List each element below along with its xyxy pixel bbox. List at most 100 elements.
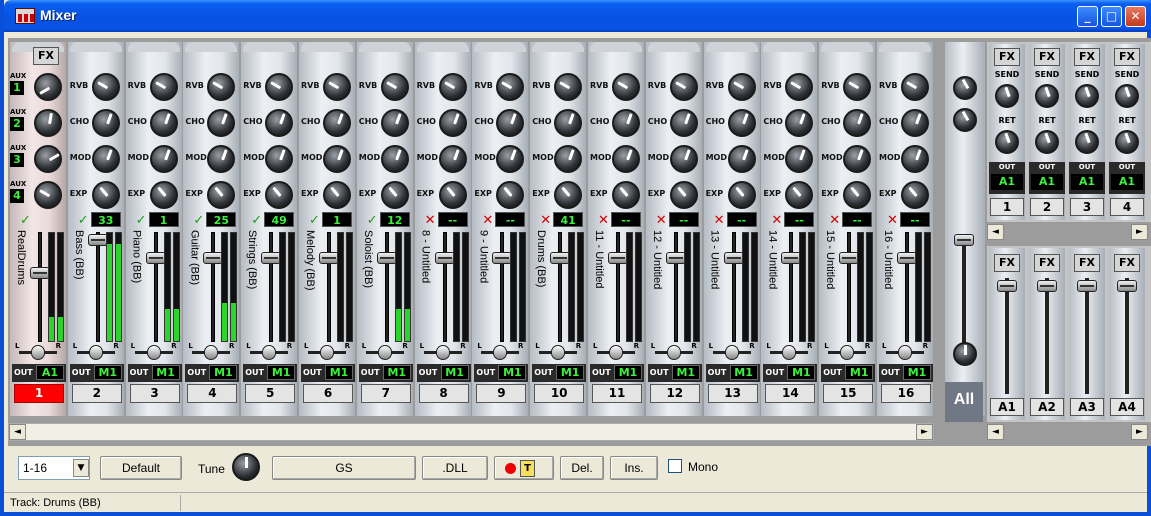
cho-knob[interactable]	[843, 109, 872, 137]
fx-number-button[interactable]: 4	[1110, 198, 1144, 216]
exp-knob[interactable]	[91, 181, 120, 209]
program-number[interactable]: 12	[379, 212, 410, 227]
output-port[interactable]: M1	[93, 365, 122, 380]
mod-knob[interactable]	[34, 145, 62, 173]
fx-button[interactable]: FX	[994, 48, 1020, 66]
exp-knob[interactable]	[901, 181, 929, 209]
delete-button[interactable]: Del.	[560, 456, 604, 480]
pan-slider[interactable]: LR	[651, 342, 697, 362]
exp-knob[interactable]	[727, 181, 756, 209]
program-number[interactable]: --	[842, 212, 873, 227]
fx-unit[interactable]: FX SEND RET OUT A1 4	[1109, 44, 1145, 220]
cho-knob[interactable]	[901, 109, 929, 137]
tune-knob[interactable]	[232, 453, 260, 481]
rvb-knob[interactable]	[91, 73, 120, 101]
pan-handle[interactable]	[262, 345, 277, 360]
program-number[interactable]: 1	[148, 212, 179, 227]
pan-handle[interactable]	[435, 345, 450, 360]
exp-knob[interactable]	[669, 181, 698, 209]
pan-handle[interactable]	[782, 345, 797, 360]
channel-number-button[interactable]: 13	[707, 384, 758, 403]
ret-knob[interactable]	[1075, 130, 1099, 154]
mod-knob[interactable]	[612, 145, 640, 173]
rvb-knob[interactable]	[612, 73, 640, 101]
fx-unit[interactable]: FX SEND RET OUT A1 1	[989, 44, 1025, 220]
channel-strip[interactable]: RVB CHO MOD EXP ✕ -- 15 - Untitled L R OUT M1 15	[819, 42, 876, 416]
output-port[interactable]: M1	[267, 365, 296, 380]
mod-knob[interactable]	[149, 145, 178, 173]
pan-handle[interactable]	[840, 345, 855, 360]
send-knob[interactable]	[995, 84, 1019, 108]
rvb-knob[interactable]	[901, 73, 929, 101]
pan-handle[interactable]	[31, 345, 45, 360]
minimize-button[interactable]: _	[1077, 6, 1098, 27]
fx-button[interactable]: FX	[1034, 254, 1060, 272]
aux-strip[interactable]: FX A1	[989, 248, 1025, 420]
program-number[interactable]: --	[668, 212, 699, 227]
fx-unit[interactable]: FX SEND RET OUT A1 3	[1069, 44, 1105, 220]
track-range-select[interactable]: 1-16 ▼	[18, 456, 90, 480]
fx-button[interactable]: FX	[994, 254, 1020, 272]
volume-fader[interactable]	[319, 252, 339, 264]
exp-knob[interactable]	[785, 181, 814, 209]
cho-knob[interactable]	[612, 109, 640, 137]
output-port[interactable]: M1	[498, 365, 527, 380]
mod-knob[interactable]	[207, 145, 236, 173]
strips-horizontal-scrollbar[interactable]: ◄ ►	[8, 423, 934, 441]
output-port[interactable]: M1	[903, 365, 931, 380]
pan-handle[interactable]	[377, 345, 392, 360]
cho-knob[interactable]	[34, 109, 62, 137]
pan-handle[interactable]	[493, 345, 508, 360]
volume-fader[interactable]	[261, 252, 282, 264]
fx-scroll-left-arrow[interactable]: ◄	[987, 224, 1004, 240]
output-port[interactable]: M1	[787, 365, 816, 380]
channel-number-button[interactable]: 16	[881, 384, 931, 403]
channel-number-button[interactable]: 5	[245, 384, 296, 403]
pan-slider[interactable]: LR	[131, 342, 177, 362]
rvb-knob[interactable]	[438, 73, 467, 101]
pan-slider[interactable]: LR	[882, 342, 928, 362]
pan-slider[interactable]: LR	[420, 342, 466, 362]
volume-fader[interactable]	[897, 252, 917, 264]
scroll-right-arrow[interactable]: ►	[916, 424, 933, 440]
channel-number-button[interactable]: 6	[303, 384, 353, 403]
fx-number-button[interactable]: 2	[1030, 198, 1064, 216]
volume-fader[interactable]	[203, 252, 224, 264]
fx-scroll-right-arrow[interactable]: ►	[1131, 224, 1148, 240]
exp-knob[interactable]	[496, 181, 525, 209]
output-port[interactable]: M1	[440, 365, 469, 380]
record-button[interactable]: T	[494, 456, 554, 480]
exp-knob[interactable]	[323, 181, 351, 209]
rvb-knob[interactable]	[496, 73, 525, 101]
master-fader[interactable]	[954, 234, 974, 246]
gs-button[interactable]: GS	[272, 456, 416, 480]
output-port[interactable]: M1	[556, 365, 585, 380]
channel-strip[interactable]: RVB CHO MOD EXP ✓ 1 Melody (BB) L R OUT M1 6	[299, 42, 355, 416]
volume-fader[interactable]	[492, 252, 513, 264]
output-port[interactable]: M1	[671, 365, 700, 380]
mod-knob[interactable]	[669, 145, 698, 173]
mod-knob[interactable]	[785, 145, 814, 173]
channel-strip[interactable]: RVB CHO MOD EXP ✕ -- 12 - Untitled L R OUT M1 12	[645, 42, 702, 416]
pan-slider[interactable]: LR	[73, 342, 119, 362]
pan-slider[interactable]: LR	[824, 342, 870, 362]
channel-strip[interactable]: RVB CHO MOD EXP ✕ -- 13 - Untitled L R OUT M1 13	[703, 42, 760, 416]
volume-fader[interactable]	[723, 252, 744, 264]
channel-strip[interactable]: RVB CHO MOD EXP ✓ 33 Bass (BB) L R OUT M1 2	[67, 42, 124, 416]
program-number[interactable]: --	[784, 212, 815, 227]
volume-fader[interactable]	[550, 252, 571, 264]
fx-number-button[interactable]: 3	[1070, 198, 1104, 216]
channel-strip[interactable]: FX AUX 1 AUX 2 AUX 3 AUX 4 ✓ RealDrums L R OUT A1 1	[10, 42, 66, 416]
pan-slider[interactable]: LR	[709, 342, 755, 362]
pan-slider[interactable]: LR	[535, 342, 581, 362]
channel-strip[interactable]: RVB CHO MOD EXP ✕ -- 8 - Untitled L R OUT M1 8	[414, 42, 471, 416]
maximize-button[interactable]: □	[1101, 6, 1122, 27]
pan-slider[interactable]: LR	[362, 342, 408, 362]
channel-number-button[interactable]: 10	[534, 384, 585, 403]
aux-strip[interactable]: FX A4	[1109, 248, 1145, 420]
fx-button[interactable]: FX	[1074, 254, 1100, 272]
aux-fader[interactable]	[1117, 280, 1137, 292]
pan-handle[interactable]	[320, 345, 334, 360]
mod-knob[interactable]	[901, 145, 929, 173]
program-number[interactable]: --	[437, 212, 468, 227]
